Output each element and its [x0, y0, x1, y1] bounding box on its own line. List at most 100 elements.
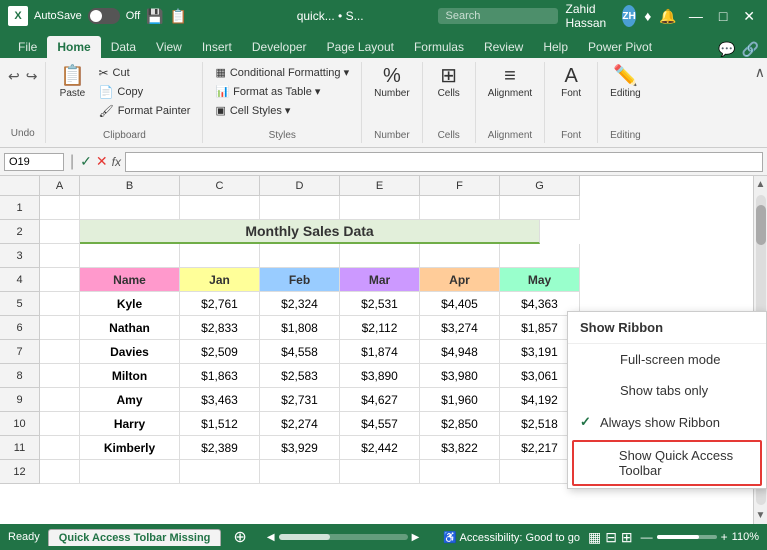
- cell-e12[interactable]: [340, 460, 420, 484]
- header-apr[interactable]: Apr: [420, 268, 500, 292]
- cell-e3[interactable]: [340, 244, 420, 268]
- cell-apr-amy[interactable]: $1,960: [420, 388, 500, 412]
- zoom-in-button[interactable]: +: [721, 530, 728, 544]
- row-header-12[interactable]: 12: [0, 460, 40, 484]
- cell-g1[interactable]: [500, 196, 580, 220]
- cell-jan-kyle[interactable]: $2,761: [180, 292, 260, 316]
- cut-button[interactable]: ✂ Cut: [94, 64, 194, 82]
- cell-jan-kimberly[interactable]: $2,389: [180, 436, 260, 460]
- tab-home[interactable]: Home: [47, 36, 100, 58]
- cell-reference[interactable]: [4, 153, 64, 171]
- cell-styles-button[interactable]: ▣ Cell Styles ▾: [211, 102, 294, 119]
- cell-feb-kyle[interactable]: $2,324: [260, 292, 340, 316]
- cell-feb-amy[interactable]: $2,731: [260, 388, 340, 412]
- minimize-button[interactable]: —: [685, 8, 707, 24]
- page-break-view-icon[interactable]: ⊞: [621, 529, 633, 546]
- cell-a7[interactable]: [40, 340, 80, 364]
- cell-feb-kimberly[interactable]: $3,929: [260, 436, 340, 460]
- row-header-2[interactable]: 2: [0, 220, 40, 244]
- row-header-1[interactable]: 1: [0, 196, 40, 220]
- bell-icon[interactable]: 🔔: [659, 8, 676, 25]
- font-button[interactable]: A Font: [553, 64, 589, 101]
- autosave-toggle[interactable]: [88, 8, 120, 24]
- title-cell[interactable]: Monthly Sales Data: [80, 220, 540, 244]
- cell-feb-harry[interactable]: $2,274: [260, 412, 340, 436]
- cell-d12[interactable]: [260, 460, 340, 484]
- undo-button[interactable]: ↩: [6, 66, 22, 87]
- col-header-c[interactable]: C: [180, 176, 260, 196]
- comments-icon[interactable]: 🔗: [742, 41, 759, 58]
- col-header-e[interactable]: E: [340, 176, 420, 196]
- cell-apr-davies[interactable]: $4,948: [420, 340, 500, 364]
- row-header-4[interactable]: 4: [0, 268, 40, 292]
- header-feb[interactable]: Feb: [260, 268, 340, 292]
- search-input[interactable]: [438, 8, 558, 24]
- cell-name-milton[interactable]: Milton: [80, 364, 180, 388]
- save-icon[interactable]: 💾: [146, 8, 163, 25]
- cell-name-harry[interactable]: Harry: [80, 412, 180, 436]
- cell-a5[interactable]: [40, 292, 80, 316]
- cell-name-davies[interactable]: Davies: [80, 340, 180, 364]
- cell-d3[interactable]: [260, 244, 340, 268]
- cell-name-amy[interactable]: Amy: [80, 388, 180, 412]
- cell-feb-milton[interactable]: $2,583: [260, 364, 340, 388]
- cell-jan-amy[interactable]: $3,463: [180, 388, 260, 412]
- scroll-left-arrow[interactable]: ◀: [267, 532, 275, 543]
- header-may[interactable]: May: [500, 268, 580, 292]
- col-header-f[interactable]: F: [420, 176, 500, 196]
- cell-jan-harry[interactable]: $1,512: [180, 412, 260, 436]
- cell-mar-harry[interactable]: $4,557: [340, 412, 420, 436]
- row-header-5[interactable]: 5: [0, 292, 40, 316]
- save-icon2[interactable]: 📋: [170, 8, 187, 25]
- cell-feb-nathan[interactable]: $1,808: [260, 316, 340, 340]
- cell-apr-kyle[interactable]: $4,405: [420, 292, 500, 316]
- cell-jan-nathan[interactable]: $2,833: [180, 316, 260, 340]
- cell-a4[interactable]: [40, 268, 80, 292]
- cell-b3[interactable]: [80, 244, 180, 268]
- horizontal-scroll-thumb[interactable]: [279, 534, 331, 540]
- header-name[interactable]: Name: [80, 268, 180, 292]
- conditional-formatting-button[interactable]: ▦ Conditional Formatting ▾: [211, 64, 353, 81]
- cell-c12[interactable]: [180, 460, 260, 484]
- paste-button[interactable]: 📋 Paste: [54, 64, 90, 101]
- tab-view[interactable]: View: [146, 36, 192, 58]
- ribbon-collapse-button[interactable]: ∧: [753, 62, 767, 143]
- col-header-g[interactable]: G: [500, 176, 580, 196]
- header-jan[interactable]: Jan: [180, 268, 260, 292]
- format-painter-button[interactable]: 🖌 Format Painter: [94, 102, 194, 120]
- cell-a1[interactable]: [40, 196, 80, 220]
- cell-a6[interactable]: [40, 316, 80, 340]
- cell-d1[interactable]: [260, 196, 340, 220]
- close-button[interactable]: ✕: [739, 8, 759, 25]
- tab-review[interactable]: Review: [474, 36, 533, 58]
- cell-a8[interactable]: [40, 364, 80, 388]
- cell-a11[interactable]: [40, 436, 80, 460]
- tab-formulas[interactable]: Formulas: [404, 36, 474, 58]
- cell-c1[interactable]: [180, 196, 260, 220]
- dropdown-fullscreen[interactable]: Full-screen mode: [568, 344, 766, 375]
- tab-developer[interactable]: Developer: [242, 36, 317, 58]
- scroll-right-arrow[interactable]: ▶: [412, 532, 420, 543]
- tab-data[interactable]: Data: [101, 36, 146, 58]
- bottom-scrollbar[interactable]: ◀ ▶: [259, 532, 428, 543]
- cell-mar-davies[interactable]: $1,874: [340, 340, 420, 364]
- cell-apr-harry[interactable]: $2,850: [420, 412, 500, 436]
- cell-feb-davies[interactable]: $4,558: [260, 340, 340, 364]
- alignment-button[interactable]: ≡ Alignment: [484, 64, 536, 101]
- editing-button[interactable]: ✏️ Editing: [606, 64, 645, 101]
- cell-mar-amy[interactable]: $4,627: [340, 388, 420, 412]
- cell-a10[interactable]: [40, 412, 80, 436]
- cells-button[interactable]: ⊞ Cells: [431, 64, 467, 101]
- number-button[interactable]: % Number: [370, 64, 414, 101]
- zoom-out-button[interactable]: —: [641, 530, 653, 544]
- cell-name-kyle[interactable]: Kyle: [80, 292, 180, 316]
- row-header-3[interactable]: 3: [0, 244, 40, 268]
- cell-g3[interactable]: [500, 244, 580, 268]
- dropdown-tabs-only[interactable]: Show tabs only: [568, 375, 766, 406]
- header-mar[interactable]: Mar: [340, 268, 420, 292]
- horizontal-scroll-track[interactable]: [279, 534, 408, 540]
- check-icon[interactable]: ✓: [80, 153, 92, 170]
- maximize-button[interactable]: □: [715, 8, 731, 24]
- tab-file[interactable]: File: [8, 36, 47, 58]
- row-header-6[interactable]: 6: [0, 316, 40, 340]
